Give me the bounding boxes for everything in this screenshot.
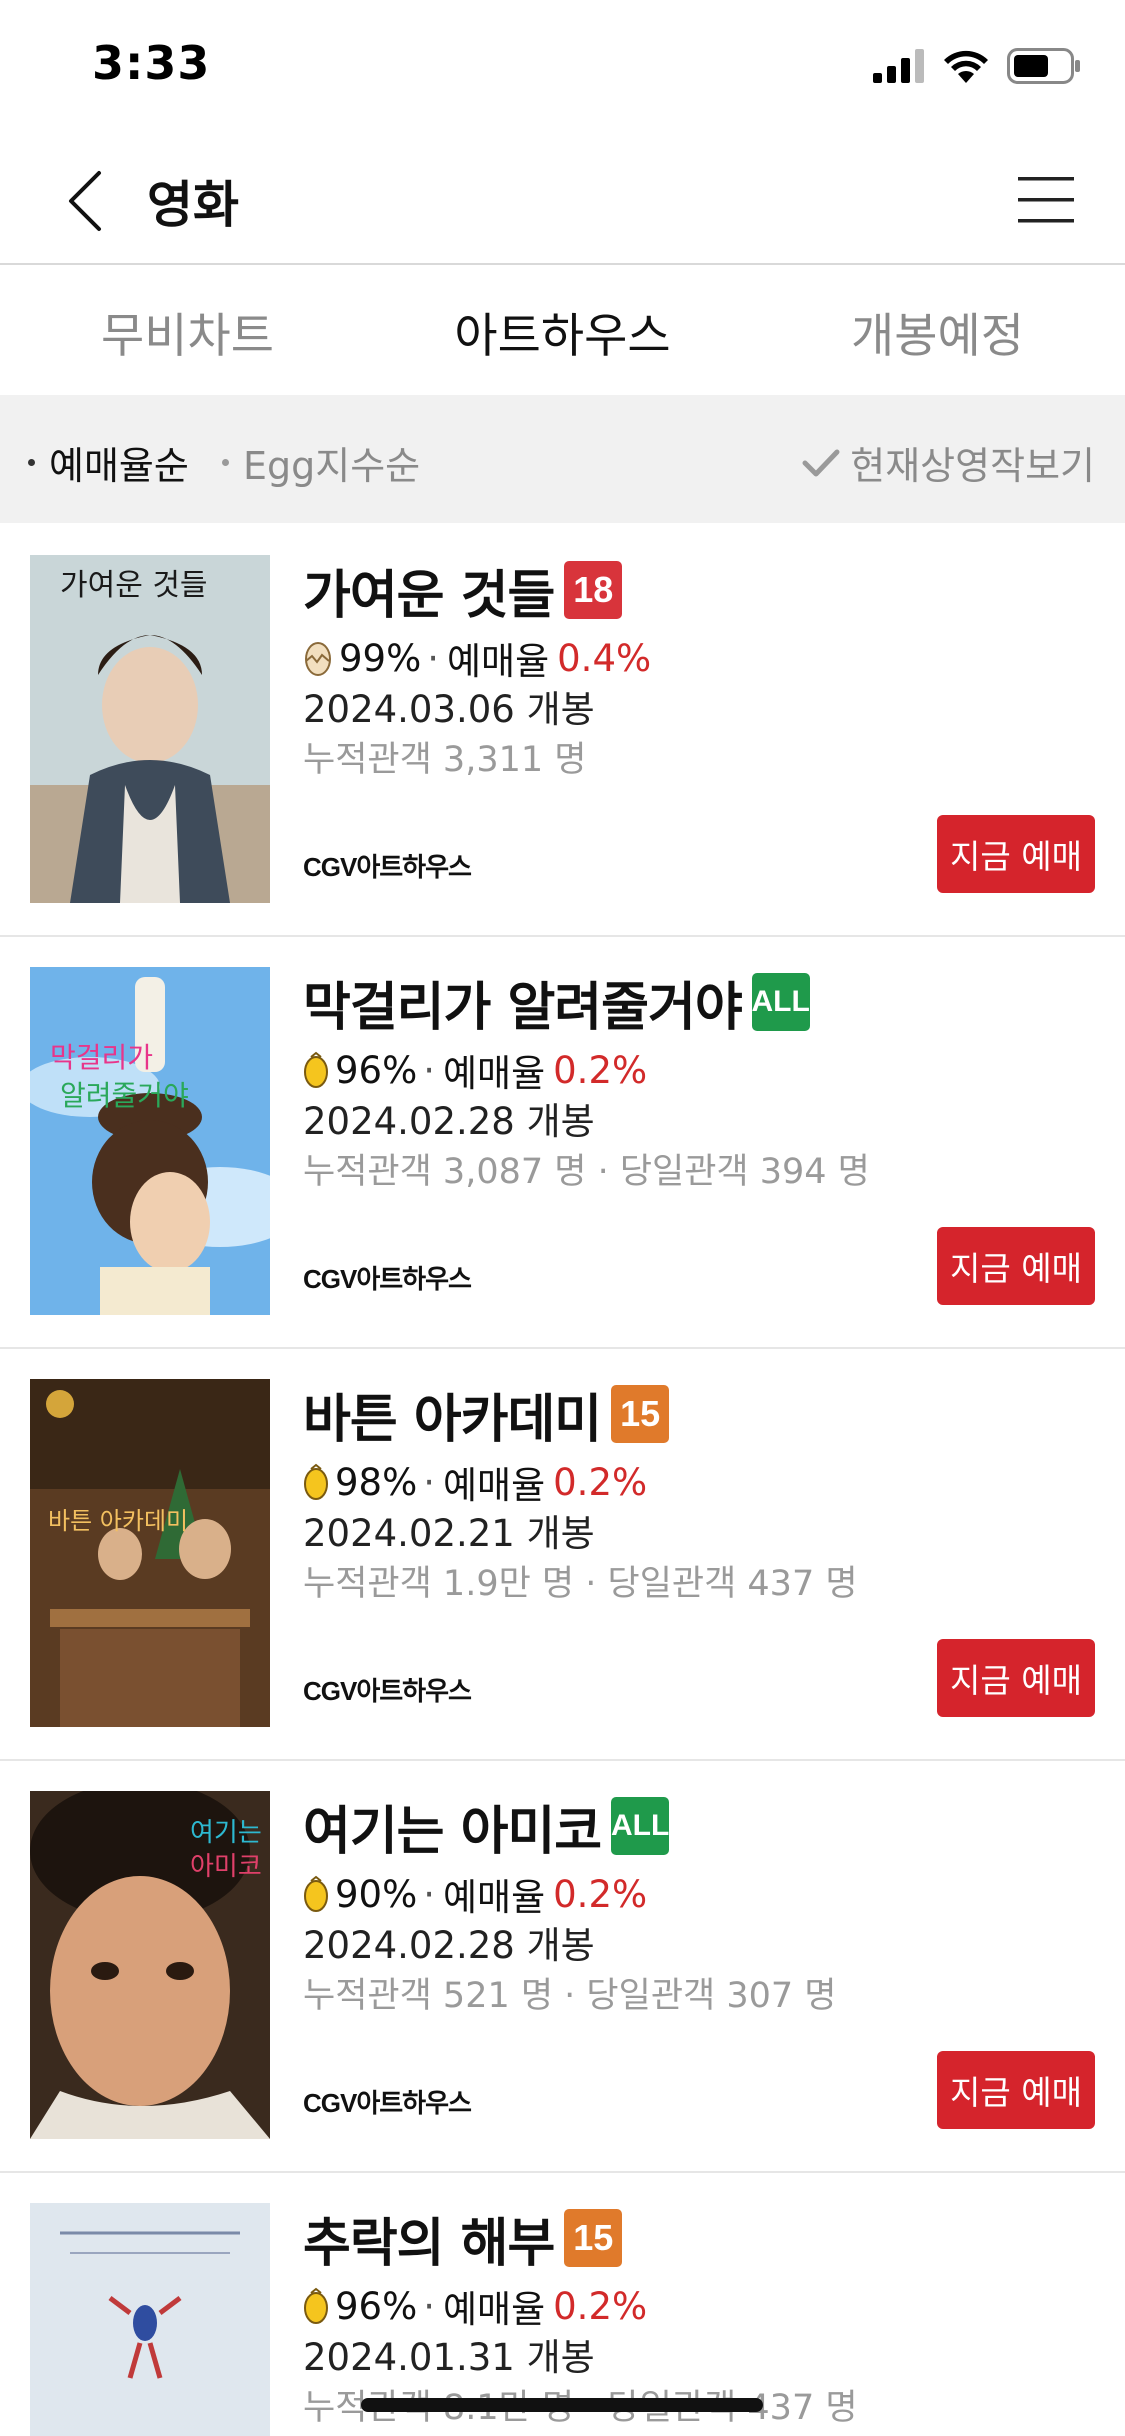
book-now-button[interactable]: 지금 예매	[937, 2051, 1095, 2129]
booking-rate-label: 예매율	[443, 1876, 546, 1919]
egg-score: 99%	[339, 636, 422, 680]
release-date: 2024.03.06 개봉	[303, 688, 595, 731]
movie-title[interactable]: 막걸리가 알려줄거야	[303, 965, 743, 1040]
book-now-button[interactable]: 지금 예매	[937, 1639, 1095, 1717]
egg-score: 96%	[335, 2284, 418, 2328]
category-tabs: 무비차트 아트하우스 개봉예정	[0, 267, 1125, 395]
movie-info: 바튼 아카데미 15 98% · 예매율 0.2% 2024.02.21 개봉 …	[303, 1379, 1095, 1609]
audience-count: 누적관객 3,311 명	[303, 740, 587, 780]
booking-rate: 0.4%	[557, 636, 652, 680]
page-title: 영화	[147, 176, 239, 234]
svg-text:가여운 것들: 가여운 것들	[60, 568, 208, 603]
cgv-arthouse-logo: CGV아트하우스	[303, 2088, 472, 2118]
status-time: 3:33	[92, 36, 211, 90]
hamburger-menu-icon	[1018, 177, 1074, 223]
egg-score: 90%	[335, 1872, 418, 1916]
checkmark-icon	[802, 449, 840, 476]
now-showing-toggle[interactable]: 현재상영작보기	[802, 435, 1095, 490]
movie-item[interactable]: 바튼 아카데미 바튼 아카데미 15 98% · 예매율 0.2% 2024.0…	[0, 1349, 1125, 1761]
booking-rate: 0.2%	[553, 1872, 648, 1916]
age-rating-badge: ALL	[752, 973, 810, 1031]
sort-by-sales[interactable]: 예매율순	[28, 435, 189, 490]
tab-upcoming[interactable]: 개봉예정	[750, 267, 1125, 395]
cgv-arthouse-logo: CGV아트하우스	[303, 1264, 472, 1294]
release-date: 2024.01.31 개봉	[303, 2336, 595, 2379]
status-bar: 3:33	[0, 0, 1125, 135]
movie-info: 여기는 아미코 ALL 90% · 예매율 0.2% 2024.02.28 개봉…	[303, 1791, 1095, 2021]
battery-icon	[1007, 48, 1081, 88]
golden-egg-icon	[304, 1463, 328, 1500]
age-rating-badge: ALL	[611, 1797, 669, 1855]
svg-text:바튼 아카데미: 바튼 아카데미	[48, 1507, 188, 1535]
release-date: 2024.02.28 개봉	[303, 1924, 595, 1967]
tab-movie-chart[interactable]: 무비차트	[0, 267, 375, 395]
cgv-arthouse-logo: CGV아트하우스	[303, 852, 472, 882]
booking-rate-label: 예매율	[443, 1052, 546, 1095]
home-indicator[interactable]	[361, 2398, 763, 2412]
movie-item[interactable]: 막걸리가 알려줄거야 막걸리가 알려줄거야 ALL 96% · 예매율 0.2%…	[0, 937, 1125, 1349]
movie-title[interactable]: 여기는 아미코	[303, 1789, 602, 1864]
cgv-arthouse-logo: CGV아트하우스	[303, 1676, 472, 1706]
chevron-left-icon	[69, 171, 101, 231]
filter-bar: 예매율순 Egg지수순 현재상영작보기	[0, 395, 1125, 523]
movie-poster[interactable]: 여기는 아미코	[30, 1791, 270, 2139]
release-date: 2024.02.21 개봉	[303, 1512, 595, 1555]
book-now-button[interactable]: 지금 예매	[937, 1227, 1095, 1305]
app-header: 영화	[0, 135, 1125, 265]
movie-title[interactable]: 바튼 아카데미	[303, 1377, 602, 1452]
movie-poster[interactable]: 가여운 것들	[30, 555, 270, 903]
age-rating-badge: 15	[611, 1385, 670, 1443]
sort-by-sales-label: 예매율순	[49, 444, 189, 488]
cracked-egg-icon	[305, 642, 331, 676]
egg-score: 98%	[335, 1460, 418, 1504]
release-date: 2024.02.28 개봉	[303, 1100, 595, 1143]
audience-count: 누적관객 1.9만 명 · 당일관객 437 명	[303, 1564, 858, 1604]
sort-by-egg-label: Egg지수순	[243, 444, 421, 488]
movie-item[interactable]: 여기는 아미코 여기는 아미코 ALL 90% · 예매율 0.2% 2024.…	[0, 1761, 1125, 2173]
svg-text:여기는: 여기는	[190, 1818, 262, 1848]
egg-score: 96%	[335, 1048, 418, 1092]
movie-item[interactable]: 추락의 해부 15 96% · 예매율 0.2% 2024.01.31 개봉 누…	[0, 2173, 1125, 2436]
book-now-button[interactable]: 지금 예매	[937, 815, 1095, 893]
signal-icon	[873, 49, 925, 87]
booking-rate: 0.2%	[553, 1048, 648, 1092]
movie-poster[interactable]	[30, 2203, 270, 2436]
movie-item[interactable]: 가여운 것들 가여운 것들 18 99% · 예매율 0.4% 2024.03.…	[0, 525, 1125, 937]
booking-rate-label: 예매율	[443, 1464, 546, 1507]
svg-text:알려줄거야: 알려줄거야	[60, 1079, 189, 1112]
separator-dot: ·	[423, 1460, 436, 1504]
separator-dot: ·	[423, 2284, 436, 2328]
movie-title[interactable]: 가여운 것들	[303, 553, 555, 628]
status-icons	[873, 48, 1081, 88]
menu-button[interactable]	[1015, 171, 1077, 229]
movie-title[interactable]: 추락의 해부	[303, 2201, 555, 2276]
golden-egg-icon	[304, 1875, 328, 1912]
tab-arthouse[interactable]: 아트하우스	[375, 267, 750, 395]
bullet-icon	[28, 459, 35, 466]
audience-count: 누적관객 521 명 · 당일관객 307 명	[303, 1976, 837, 2016]
movie-info: 가여운 것들 18 99% · 예매율 0.4% 2024.03.06 개봉 누…	[303, 555, 1095, 785]
booking-rate: 0.2%	[553, 1460, 648, 1504]
movie-poster[interactable]: 바튼 아카데미	[30, 1379, 270, 1727]
movie-poster[interactable]: 막걸리가 알려줄거야	[30, 967, 270, 1315]
bullet-icon	[222, 459, 229, 466]
movie-info: 막걸리가 알려줄거야 ALL 96% · 예매율 0.2% 2024.02.28…	[303, 967, 1095, 1197]
golden-egg-icon	[304, 2287, 328, 2324]
sort-by-egg[interactable]: Egg지수순	[222, 435, 420, 490]
golden-egg-icon	[304, 1051, 328, 1088]
separator-dot: ·	[423, 1048, 436, 1092]
audience-count: 누적관객 3,087 명 · 당일관객 394 명	[303, 1152, 870, 1192]
now-showing-label: 현재상영작보기	[850, 444, 1095, 488]
age-rating-badge: 15	[564, 2209, 623, 2267]
separator-dot: ·	[427, 636, 440, 680]
booking-rate: 0.2%	[553, 2284, 648, 2328]
separator-dot: ·	[423, 1872, 436, 1916]
booking-rate-label: 예매율	[443, 2288, 546, 2331]
svg-text:아미코: 아미코	[190, 1852, 262, 1882]
svg-text:막걸리가: 막걸리가	[50, 1041, 153, 1074]
back-button[interactable]	[50, 163, 120, 239]
booking-rate-label: 예매율	[447, 640, 550, 683]
wifi-icon	[943, 49, 989, 87]
age-rating-badge: 18	[564, 561, 623, 619]
